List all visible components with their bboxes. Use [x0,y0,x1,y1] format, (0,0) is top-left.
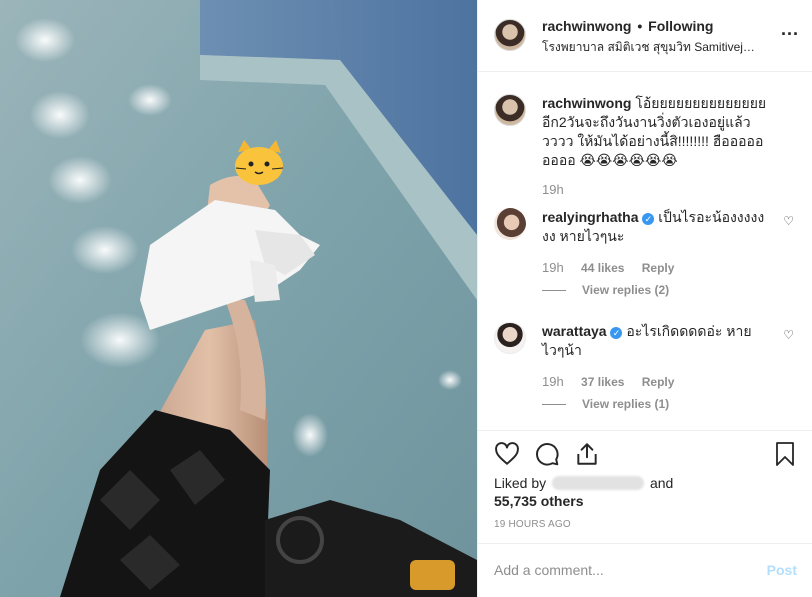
comment-likes[interactable]: 37 likes [581,375,624,389]
separator-dot: • [637,18,643,34]
comment-time[interactable]: 19h [542,260,564,275]
owner-avatar[interactable] [494,19,526,51]
post-comment-button[interactable]: Post [767,562,797,578]
comment-meta: 19h 44 likes Reply [542,260,688,275]
add-comment-bar: Add a comment... Post [478,543,812,597]
ellipsis-icon[interactable]: ... [781,20,799,38]
verified-badge-icon: ✓ [610,327,623,339]
caption: rachwinwong โอ้ยยยยยยยยยยยยยย อีก2วันจะถ… [494,94,794,204]
comment-item: realyingrhatha ✓ เป็นไรอะน้องงงงงงง หายไ… [494,208,794,308]
comment-meta: 19h 37 likes Reply [542,374,688,389]
caption-body: rachwinwong โอ้ยยยยยยยยยยยยยย อีก2วันจะถ… [542,94,774,170]
likes-count-link[interactable]: 55,735 others [494,493,584,509]
caption-username[interactable]: rachwinwong [542,95,631,111]
comment-likes[interactable]: 44 likes [581,261,624,275]
comment-username[interactable]: realyingrhatha [542,209,638,225]
comment-username[interactable]: warattaya [542,323,607,339]
view-replies-label: View replies (1) [582,397,670,411]
commenter-avatar[interactable] [494,208,526,240]
comment-item: warattaya ✓ อะไรเกิดดดดอ่ะ หายไวๆน้า ♡ 1… [494,322,794,422]
comment-like-heart-icon[interactable]: ♡ [783,214,794,228]
replies-line [542,290,566,292]
location-link[interactable]: โรงพยาบาล สมิติเวช สุขุมวิท Samitivej Su… [542,38,757,57]
comment-time[interactable]: 19h [542,374,564,389]
comment-like-heart-icon[interactable]: ♡ [783,328,794,342]
comment-input[interactable]: Add a comment... [494,562,604,578]
post-photo-image [0,0,477,597]
heart-icon[interactable] [494,441,520,467]
verified-badge-icon: ✓ [642,213,655,225]
post-sidebar: rachwinwong • Following โรงพยาบาล สมิติเ… [477,0,812,597]
likes-summary: Liked by and 55,735 others [494,474,794,510]
comment-icon[interactable] [534,441,560,467]
view-replies-button[interactable]: View replies (1) [542,397,669,411]
commenter-avatar[interactable] [494,322,526,354]
caption-avatar[interactable] [494,94,526,126]
comment-body: warattaya ✓ อะไรเกิดดดดอ่ะ หายไวๆน้า [542,322,774,360]
liked-by-label: Liked by [494,475,547,491]
view-replies-label: View replies (2) [582,283,670,297]
comments-section: rachwinwong โอ้ยยยยยยยยยยยยยย อีก2วันจะถ… [478,72,812,430]
owner-username[interactable]: rachwinwong [542,18,631,34]
post-photo[interactable] [0,0,477,597]
redacted-username [552,476,645,490]
owner-line: rachwinwong • Following [542,18,713,34]
share-icon[interactable] [574,441,600,467]
instagram-post: rachwinwong • Following โรงพยาบาล สมิติเ… [0,0,812,597]
following-button[interactable]: Following [648,18,713,34]
reply-button[interactable]: Reply [642,375,675,389]
likes-and-label: and [649,475,674,491]
reply-button[interactable]: Reply [642,261,675,275]
replies-line [542,404,566,406]
bookmark-icon[interactable] [773,441,797,467]
post-timestamp[interactable]: 19 HOURS AGO [494,519,571,530]
view-replies-button[interactable]: View replies (2) [542,283,669,297]
comment-body: realyingrhatha ✓ เป็นไรอะน้องงงงงงง หายไ… [542,208,774,246]
caption-time[interactable]: 19h [542,182,564,197]
post-header: rachwinwong • Following โรงพยาบาล สมิติเ… [478,0,812,72]
